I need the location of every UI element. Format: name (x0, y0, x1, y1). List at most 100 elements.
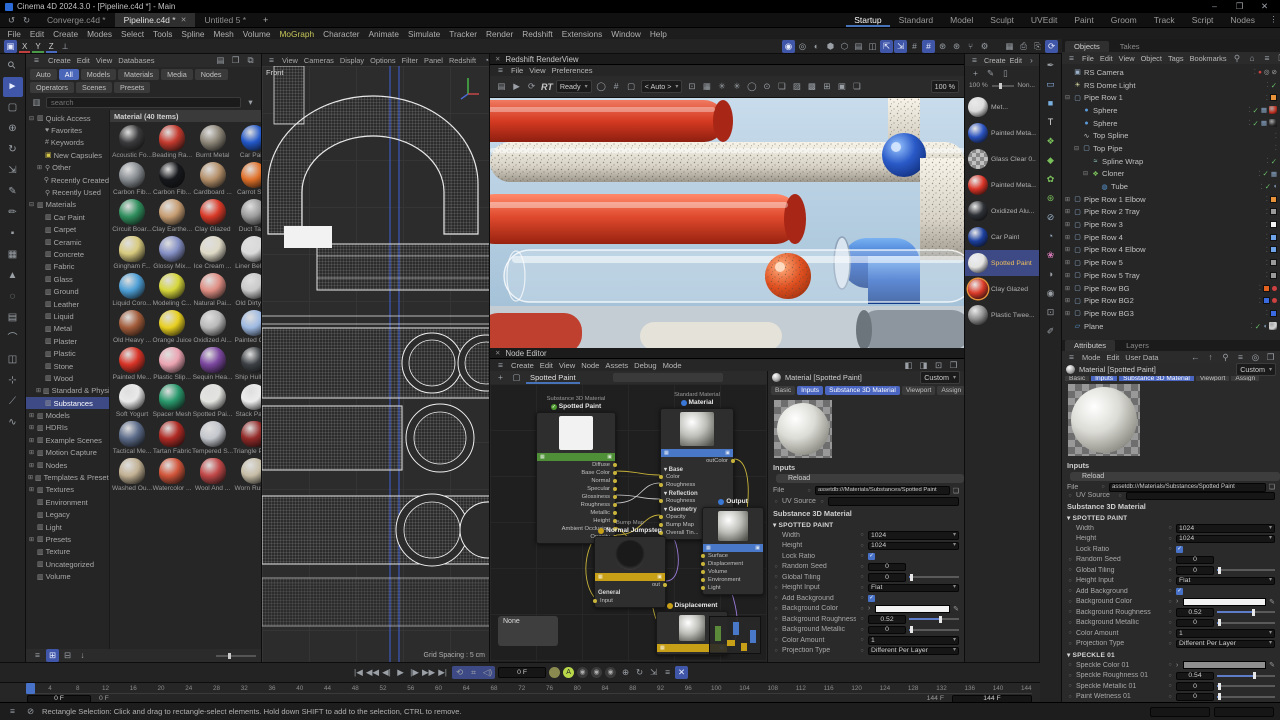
port-dot-icon[interactable] (663, 583, 667, 587)
filter-materials[interactable]: Materials (117, 69, 160, 80)
filter-media[interactable]: Media (161, 69, 193, 80)
redo-icon[interactable]: ↻ (20, 14, 33, 27)
fracture-object-icon[interactable]: ✿ (1042, 171, 1060, 188)
menu-select[interactable]: Select (116, 29, 148, 39)
render-status-dropdown[interactable]: Ready ▾ (555, 80, 592, 93)
crop-icon[interactable]: ▢ (625, 80, 638, 93)
tab-attributes[interactable]: Attributes (1065, 340, 1116, 351)
menu-redshift[interactable]: Redshift (518, 29, 557, 39)
diagonal-icon[interactable]: ▨ (790, 80, 803, 93)
axis-lock-y[interactable]: Y (32, 41, 44, 53)
node-bump-map[interactable]: Bump Map Normal Jumpstep ▦ ▣ out General … (593, 520, 667, 608)
layer-dots-icon[interactable]: ⁚ (1266, 246, 1268, 254)
parameter-key-icon[interactable]: ≡ (661, 666, 674, 679)
menu-volume[interactable]: Volume (238, 29, 275, 39)
layout-tab-model[interactable]: Model (942, 13, 981, 27)
layer-color-swatch[interactable] (1270, 221, 1277, 229)
browse-folder-icon[interactable]: ❏ (953, 487, 959, 495)
fw-icon[interactable]: ▣ (835, 80, 848, 93)
tree-item-quick-access[interactable]: ⊟ ▥ Quick Access (26, 112, 109, 124)
port-dot-icon[interactable] (701, 578, 705, 582)
key-dot-icon[interactable]: ○ (1167, 546, 1173, 552)
slider-track[interactable] (909, 615, 959, 623)
tab-substance-3d-material[interactable]: Substance 3D Material (825, 386, 900, 395)
object-expander-icon[interactable]: ⊞ (1064, 246, 1071, 253)
tree-expander-icon[interactable]: ⊞ (36, 164, 43, 171)
animate-dot-icon[interactable]: ○ (1067, 578, 1073, 584)
layout-tab-startup[interactable]: Startup (846, 13, 889, 27)
keyframe-mode-icon[interactable]: ⌗ (467, 666, 480, 679)
node-port-metallic[interactable]: Metallic (537, 509, 617, 517)
object-item-pipe-row-3[interactable]: ⊞ ▢ Pipe Row 3 ⁚ (1062, 218, 1280, 231)
key-dot-icon[interactable]: ○ (1167, 620, 1173, 626)
animate-dot-icon[interactable]: ○ (773, 627, 779, 633)
field-object-icon[interactable]: ⊛ (1042, 190, 1060, 207)
key-dot-icon[interactable]: ○ (859, 616, 865, 622)
enabled-check-icon[interactable]: ✓ (1271, 81, 1277, 90)
menu-filter[interactable]: Filter (399, 56, 421, 65)
previous-key-button[interactable]: ◀◀ (366, 666, 379, 679)
tree-item-plastic[interactable]: ▥ Plastic (26, 347, 109, 359)
vertex-snap-icon[interactable]: ⬢ (824, 40, 837, 53)
pla-key-icon[interactable]: ✕ (675, 666, 689, 679)
layer-dots-icon[interactable]: ⁚ (1248, 119, 1250, 127)
menu-mode[interactable]: Mode (1079, 353, 1104, 362)
port-dot-icon[interactable] (613, 487, 617, 491)
node-search-input[interactable] (612, 373, 723, 382)
port-dot-icon[interactable] (731, 459, 735, 463)
new-document-tab-button[interactable]: + (255, 13, 276, 27)
hamburger-menu-icon[interactable]: ≡ (1065, 351, 1078, 364)
slider-thumb[interactable] (909, 573, 913, 581)
menu-file[interactable]: File (3, 29, 25, 39)
layout-tab-standard[interactable]: Standard (891, 13, 942, 27)
tree-item-leather[interactable]: ▥ Leather (26, 298, 109, 310)
slider-track[interactable] (909, 573, 959, 581)
number-input[interactable]: 0.52 (1176, 608, 1214, 617)
dynamic-guides-icon[interactable]: ◐ (810, 40, 823, 53)
key-dot-icon[interactable]: ○ (859, 553, 865, 559)
close-icon[interactable]: ✕ (495, 349, 500, 357)
popout-icon[interactable]: ❐ (1264, 351, 1277, 364)
spline-mask-icon[interactable]: ⊘ (1042, 209, 1060, 226)
layer-dots-icon[interactable]: ⁚ (1266, 208, 1268, 216)
slider-track[interactable] (1217, 619, 1275, 627)
asset-material-item[interactable]: Stack Paper (233, 384, 261, 418)
key-dot-icon[interactable]: ○ (859, 627, 865, 633)
object-item-pipe-row-2-tray[interactable]: ⊞ ▢ Pipe Row 2 Tray ⁚ (1062, 206, 1280, 219)
grid-icon[interactable]: # (908, 40, 921, 53)
material-preview[interactable] (774, 400, 832, 458)
layer-color-swatch[interactable] (1270, 233, 1277, 241)
key-dot-icon[interactable]: ○ (819, 499, 825, 505)
animate-dot-icon[interactable]: ○ (1067, 673, 1073, 679)
key-dot-icon[interactable]: ○ (859, 595, 865, 601)
enabled-check-icon[interactable]: ✓ (1253, 106, 1259, 115)
asset-material-item[interactable]: Burnt Metal (192, 125, 233, 159)
tag-icon[interactable]: ▦ (1261, 106, 1267, 114)
animate-dot-icon[interactable]: ○ (1067, 630, 1073, 636)
object-expander-icon[interactable]: ⊞ (1064, 259, 1071, 266)
camera-block-icon[interactable]: ⊘ (1272, 68, 1277, 76)
spotted-paint-group-header[interactable]: ▾ SPOTTED PAINT (1062, 512, 1280, 523)
animate-dot-icon[interactable]: ○ (1067, 599, 1073, 605)
layer-dots-icon[interactable]: ⁚ (1259, 284, 1261, 292)
matrix-object-icon[interactable]: ◆ (1042, 152, 1060, 169)
asset-material-item[interactable]: Spotted Pai... (192, 384, 233, 418)
key-dot-icon[interactable]: ○ (859, 648, 865, 654)
back-arrow-icon[interactable]: ← (1189, 351, 1202, 364)
tree-expander-icon[interactable]: ⊞ (28, 536, 35, 543)
filter-all[interactable]: All (58, 69, 79, 80)
menu-options[interactable]: Options (367, 56, 398, 65)
page-icon[interactable]: ❏ (850, 80, 863, 93)
slider-thumb[interactable] (939, 615, 942, 623)
timeline-playhead[interactable] (26, 683, 35, 694)
detail-view-icon[interactable]: ⊟ (61, 649, 74, 662)
layout-tab-paint[interactable]: Paint (1066, 13, 1101, 27)
layer-color-swatch[interactable] (1263, 297, 1270, 305)
menu-debug[interactable]: Debug (631, 361, 659, 370)
key-dot-icon[interactable]: ○ (1167, 694, 1173, 700)
object-item-sphere[interactable]: ● Sphere ⁚ ✓ ▦ (1062, 117, 1280, 130)
pane-left-icon[interactable]: ◧ (902, 359, 915, 372)
mesh-tool[interactable]: ▲ (3, 266, 23, 286)
play-button[interactable]: ▶ (394, 666, 407, 679)
asset-material-item[interactable]: Circuit Boar... (112, 199, 152, 233)
